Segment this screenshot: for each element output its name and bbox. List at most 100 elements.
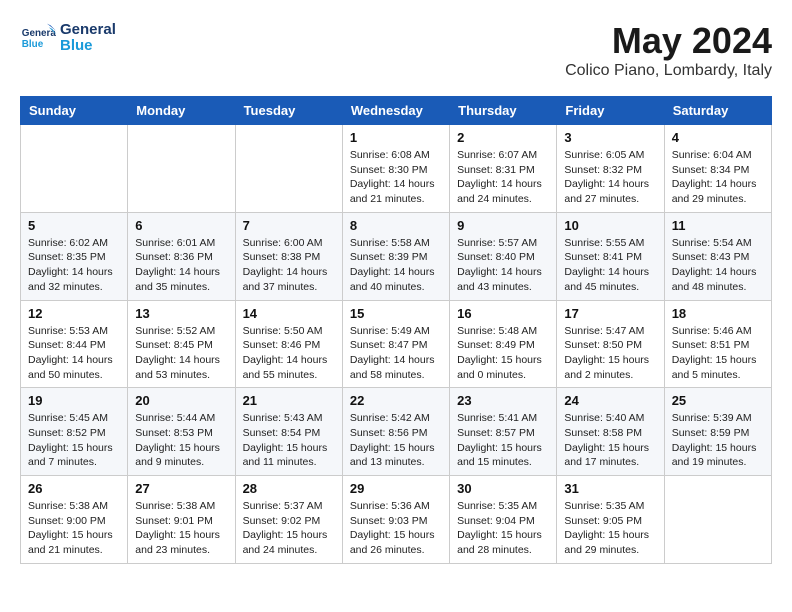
day-number: 27 (135, 481, 227, 496)
calendar-cell: 13 Sunrise: 5:52 AMSunset: 8:45 PMDayligh… (128, 300, 235, 388)
calendar-cell: 4Sunrise: 6:04 AMSunset: 8:34 PMDaylight… (664, 125, 771, 213)
calendar-cell: 6 Sunrise: 6:01 AMSunset: 8:36 PMDaylight… (128, 212, 235, 300)
day-number: 20 (135, 393, 227, 408)
svg-text:Blue: Blue (22, 39, 44, 50)
cell-info: Sunrise: 5:35 AMSunset: 9:05 PMDaylight:… (564, 499, 656, 558)
cell-info: Sunrise: 5:44 AMSunset: 8:53 PMDaylight:… (135, 411, 227, 470)
weekday-header-row: SundayMondayTuesdayWednesdayThursdayFrid… (21, 97, 772, 125)
day-number: 4 (672, 130, 764, 145)
calendar-cell: 12 Sunrise: 5:53 AMSunset: 8:44 PMDayligh… (21, 300, 128, 388)
calendar-cell (664, 476, 771, 564)
calendar-cell: 2Sunrise: 6:07 AMSunset: 8:31 PMDaylight… (450, 125, 557, 213)
weekday-header-thursday: Thursday (450, 97, 557, 125)
calendar-cell: 19 Sunrise: 5:45 AMSunset: 8:52 PMDayligh… (21, 388, 128, 476)
day-number: 31 (564, 481, 656, 496)
day-number: 8 (350, 218, 442, 233)
day-number: 12 (28, 306, 120, 321)
cell-info: Sunrise: 6:00 AMSunset: 8:38 PMDaylight:… (243, 236, 335, 295)
day-number: 24 (564, 393, 656, 408)
calendar-cell: 17 Sunrise: 5:47 AMSunset: 8:50 PMDayligh… (557, 300, 664, 388)
week-row-3: 12 Sunrise: 5:53 AMSunset: 8:44 PMDayligh… (21, 300, 772, 388)
cell-info: Sunrise: 5:45 AMSunset: 8:52 PMDaylight:… (28, 411, 120, 470)
calendar-cell: 23 Sunrise: 5:41 AMSunset: 8:57 PMDayligh… (450, 388, 557, 476)
logo: General Blue General Blue (20, 20, 116, 56)
cell-info: Sunrise: 5:55 AMSunset: 8:41 PMDaylight:… (564, 236, 656, 295)
day-number: 7 (243, 218, 335, 233)
week-row-1: 1 Sunrise: 6:08 AMSunset: 8:30 PMDaylight… (21, 125, 772, 213)
calendar-cell: 28 Sunrise: 5:37 AMSunset: 9:02 PMDayligh… (235, 476, 342, 564)
cell-info: Sunrise: 5:36 AMSunset: 9:03 PMDaylight:… (350, 499, 442, 558)
calendar-cell: 26 Sunrise: 5:38 AMSunset: 9:00 PMDayligh… (21, 476, 128, 564)
title-block: May 2024 Colico Piano, Lombardy, Italy (565, 20, 772, 80)
cell-info: Sunrise: 5:40 AMSunset: 8:58 PMDaylight:… (564, 411, 656, 470)
calendar-cell: 20 Sunrise: 5:44 AMSunset: 8:53 PMDayligh… (128, 388, 235, 476)
day-number: 5 (28, 218, 120, 233)
day-number: 15 (350, 306, 442, 321)
cell-info: Sunrise: 5:53 AMSunset: 8:44 PMDaylight:… (28, 324, 120, 383)
cell-info: Sunrise: 5:58 AMSunset: 8:39 PMDaylight:… (350, 236, 442, 295)
cell-info: Sunrise: 5:39 AMSunset: 8:59 PMDaylight:… (672, 411, 764, 470)
calendar-cell: 30Sunrise: 5:35 AMSunset: 9:04 PMDayligh… (450, 476, 557, 564)
calendar-cell: 3Sunrise: 6:05 AMSunset: 8:32 PMDaylight… (557, 125, 664, 213)
weekday-header-friday: Friday (557, 97, 664, 125)
day-number: 10 (564, 218, 656, 233)
calendar-cell: 10 Sunrise: 5:55 AMSunset: 8:41 PMDayligh… (557, 212, 664, 300)
day-number: 2 (457, 130, 549, 145)
cell-info: Sunrise: 5:35 AMSunset: 9:04 PMDaylight:… (457, 499, 549, 558)
calendar-cell: 1 Sunrise: 6:08 AMSunset: 8:30 PMDaylight… (342, 125, 449, 213)
cell-info: Sunrise: 5:38 AMSunset: 9:00 PMDaylight:… (28, 499, 120, 558)
day-number: 6 (135, 218, 227, 233)
cell-info: Sunrise: 5:37 AMSunset: 9:02 PMDaylight:… (243, 499, 335, 558)
logo-general: General (60, 22, 116, 39)
logo-icon: General Blue (20, 20, 56, 56)
calendar-cell: 27 Sunrise: 5:38 AMSunset: 9:01 PMDayligh… (128, 476, 235, 564)
calendar-cell (128, 125, 235, 213)
day-number: 29 (350, 481, 442, 496)
header: General Blue General Blue May 2024 Colic… (20, 20, 772, 80)
week-row-5: 26 Sunrise: 5:38 AMSunset: 9:00 PMDayligh… (21, 476, 772, 564)
cell-info: Sunrise: 5:41 AMSunset: 8:57 PMDaylight:… (457, 411, 549, 470)
cell-info: Sunrise: 6:01 AMSunset: 8:36 PMDaylight:… (135, 236, 227, 295)
svg-text:General: General (22, 28, 56, 39)
day-number: 22 (350, 393, 442, 408)
day-number: 23 (457, 393, 549, 408)
calendar-cell: 18Sunrise: 5:46 AMSunset: 8:51 PMDayligh… (664, 300, 771, 388)
day-number: 18 (672, 306, 764, 321)
weekday-header-sunday: Sunday (21, 97, 128, 125)
weekday-header-saturday: Saturday (664, 97, 771, 125)
cell-info: Sunrise: 5:38 AMSunset: 9:01 PMDaylight:… (135, 499, 227, 558)
day-number: 1 (350, 130, 442, 145)
calendar-table: SundayMondayTuesdayWednesdayThursdayFrid… (20, 96, 772, 564)
day-number: 13 (135, 306, 227, 321)
calendar-cell: 14Sunrise: 5:50 AMSunset: 8:46 PMDayligh… (235, 300, 342, 388)
week-row-4: 19 Sunrise: 5:45 AMSunset: 8:52 PMDayligh… (21, 388, 772, 476)
day-number: 19 (28, 393, 120, 408)
cell-info: Sunrise: 5:42 AMSunset: 8:56 PMDaylight:… (350, 411, 442, 470)
day-number: 16 (457, 306, 549, 321)
calendar-cell: 29 Sunrise: 5:36 AMSunset: 9:03 PMDayligh… (342, 476, 449, 564)
calendar-cell: 8 Sunrise: 5:58 AMSunset: 8:39 PMDaylight… (342, 212, 449, 300)
month-year: May 2024 (565, 20, 772, 62)
day-number: 28 (243, 481, 335, 496)
cell-info: Sunrise: 5:52 AMSunset: 8:45 PMDaylight:… (135, 324, 227, 383)
day-number: 14 (243, 306, 335, 321)
weekday-header-tuesday: Tuesday (235, 97, 342, 125)
calendar-cell: 5Sunrise: 6:02 AMSunset: 8:35 PMDaylight… (21, 212, 128, 300)
logo-blue: Blue (60, 38, 116, 55)
cell-info: Sunrise: 5:47 AMSunset: 8:50 PMDaylight:… (564, 324, 656, 383)
cell-info: Sunrise: 5:48 AMSunset: 8:49 PMDaylight:… (457, 324, 549, 383)
calendar-cell: 25Sunrise: 5:39 AMSunset: 8:59 PMDayligh… (664, 388, 771, 476)
calendar-cell: 21Sunrise: 5:43 AMSunset: 8:54 PMDayligh… (235, 388, 342, 476)
weekday-header-monday: Monday (128, 97, 235, 125)
day-number: 26 (28, 481, 120, 496)
cell-info: Sunrise: 5:49 AMSunset: 8:47 PMDaylight:… (350, 324, 442, 383)
day-number: 21 (243, 393, 335, 408)
day-number: 17 (564, 306, 656, 321)
calendar-cell: 31 Sunrise: 5:35 AMSunset: 9:05 PMDayligh… (557, 476, 664, 564)
calendar-cell: 24 Sunrise: 5:40 AMSunset: 8:58 PMDayligh… (557, 388, 664, 476)
cell-info: Sunrise: 6:08 AMSunset: 8:30 PMDaylight:… (350, 148, 442, 207)
cell-info: Sunrise: 5:57 AMSunset: 8:40 PMDaylight:… (457, 236, 549, 295)
calendar-cell: 16 Sunrise: 5:48 AMSunset: 8:49 PMDayligh… (450, 300, 557, 388)
calendar-cell (235, 125, 342, 213)
day-number: 9 (457, 218, 549, 233)
